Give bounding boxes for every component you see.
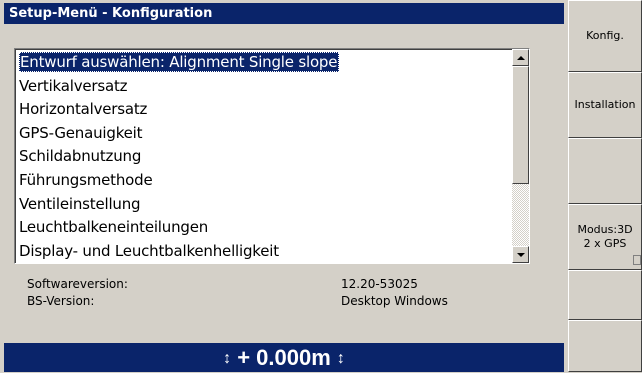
scroll-thumb[interactable] <box>512 66 529 184</box>
installation-label: Installation <box>574 98 636 111</box>
setup-screen: Setup-Menü - Konfiguration Entwurf auswä… <box>0 0 642 372</box>
menu-item-label: Vertikalversatz <box>19 76 128 95</box>
menu-item-label: Entwurf auswählen: Alignment Single slop… <box>19 52 340 72</box>
scroll-down-button[interactable] <box>512 246 529 263</box>
modus-label: Modus:3D <box>577 223 633 236</box>
menu-item-label: Führungsmethode <box>19 170 153 189</box>
installation-button[interactable]: Installation <box>568 72 642 138</box>
konfig-button[interactable]: Konfig. <box>568 0 642 72</box>
menu-item-leuchtbalkeneinteilungen[interactable]: Leuchtbalkeneinteilungen <box>17 216 527 240</box>
empty-button-2[interactable] <box>568 270 642 320</box>
empty-button-1[interactable] <box>568 138 642 204</box>
up-down-arrow-icon: ↕ <box>336 350 345 367</box>
side-button-panel: Konfig. Installation Modus:3D 2 x GPS <box>568 0 642 372</box>
up-down-arrow-icon: ↕ <box>223 350 232 367</box>
menu-items: Entwurf auswählen: Alignment Single slop… <box>17 51 527 263</box>
menu-item-entwurf[interactable]: Entwurf auswählen: Alignment Single slop… <box>17 51 527 75</box>
menu-item-label: Schildabnutzung <box>19 147 142 166</box>
menu-item-label: Display- und Leuchtbalkenhelligkeit <box>19 241 279 260</box>
menu-item-label: GPS-Genauigkeit <box>19 123 143 142</box>
menu-item-label: Ventileinstellung <box>19 194 141 213</box>
window-title: Setup-Menü - Konfiguration <box>4 3 564 24</box>
software-version-label: Softwareversion: <box>27 277 128 291</box>
menu-item-gps-genauigkeit[interactable]: GPS-Genauigkeit <box>17 122 527 146</box>
empty-button-3[interactable] <box>568 320 642 372</box>
list-scrollbar[interactable] <box>512 49 529 263</box>
menu-item-helligkeit[interactable]: Display- und Leuchtbalkenhelligkeit <box>17 240 527 263</box>
offset-value: + 0.000m <box>237 345 331 370</box>
arrow-down-icon <box>516 252 525 257</box>
arrow-up-icon <box>516 55 525 60</box>
menu-item-horizontalversatz[interactable]: Horizontalversatz <box>17 98 527 122</box>
menu-item-fuehrungsmethode[interactable]: Führungsmethode <box>17 169 527 193</box>
menu-item-schildabnutzung[interactable]: Schildabnutzung <box>17 145 527 169</box>
menu-item-ventileinstellung[interactable]: Ventileinstellung <box>17 193 527 217</box>
konfig-label: Konfig. <box>586 29 624 42</box>
gps-count-label: 2 x GPS <box>583 237 627 250</box>
software-version-value: 12.20-53025 <box>341 277 418 291</box>
menu-item-label: Leuchtbalkeneinteilungen <box>19 218 209 237</box>
menu-item-vertikalversatz[interactable]: Vertikalversatz <box>17 75 527 99</box>
corner-icon <box>633 255 641 265</box>
menu-item-label: Horizontalversatz <box>19 100 148 119</box>
os-version-label: BS-Version: <box>27 294 95 308</box>
os-version-value: Desktop Windows <box>341 294 448 308</box>
modus-button[interactable]: Modus:3D 2 x GPS <box>568 204 642 270</box>
offset-status-bar: ↕ + 0.000m ↕ <box>4 343 564 372</box>
scroll-up-button[interactable] <box>512 49 529 66</box>
setup-menu-list[interactable]: Entwurf auswählen: Alignment Single slop… <box>14 48 530 264</box>
main-panel: Setup-Menü - Konfiguration Entwurf auswä… <box>0 0 568 372</box>
